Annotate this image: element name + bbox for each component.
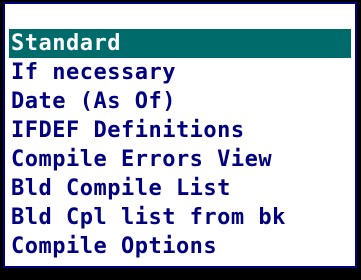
menu-item-bld-cpl-list-from-bk[interactable]: Bld Cpl list from bk bbox=[9, 203, 351, 232]
menu-frame: Standard If necessary Date (As Of) IFDEF… bbox=[0, 0, 361, 280]
menu-item-standard[interactable]: Standard bbox=[9, 29, 351, 58]
menu-item-ifdef-definitions[interactable]: IFDEF Definitions bbox=[9, 116, 351, 145]
menu-item-date-as-of[interactable]: Date (As Of) bbox=[9, 87, 351, 116]
dropdown-menu: Standard If necessary Date (As Of) IFDEF… bbox=[3, 2, 357, 268]
menu-item-compile-options[interactable]: Compile Options bbox=[9, 232, 351, 261]
menu-item-if-necessary[interactable]: If necessary bbox=[9, 58, 351, 87]
menu-item-bld-compile-list[interactable]: Bld Compile List bbox=[9, 174, 351, 203]
menu-list: Standard If necessary Date (As Of) IFDEF… bbox=[9, 29, 351, 261]
menu-item-compile-errors-view[interactable]: Compile Errors View bbox=[9, 145, 351, 174]
